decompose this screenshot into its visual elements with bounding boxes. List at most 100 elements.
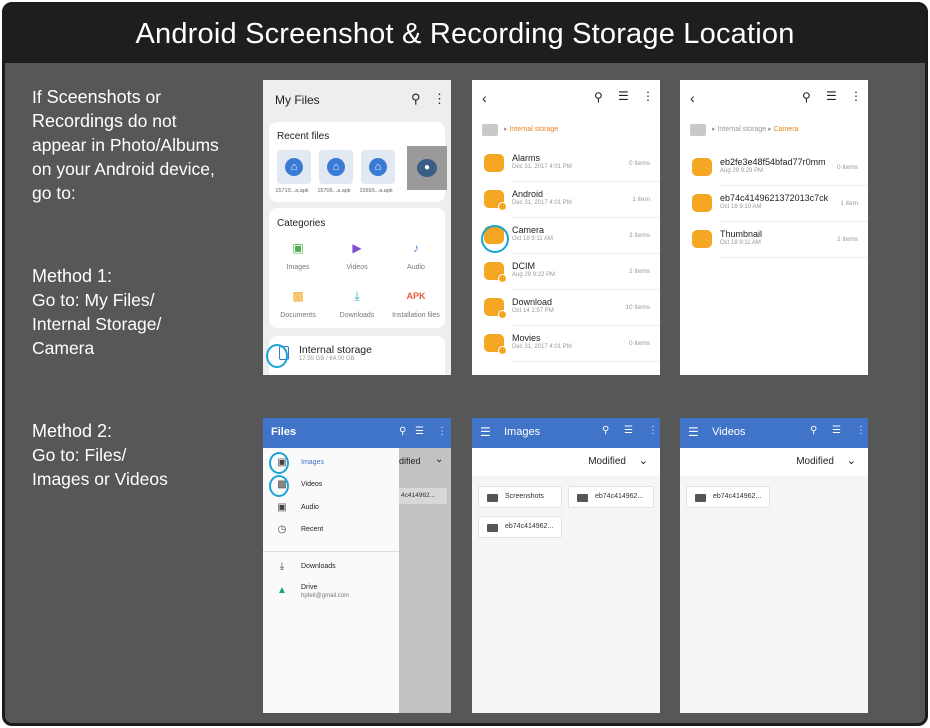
more-options-icon[interactable]: ⋮ <box>433 91 446 107</box>
breadcrumb-path: ▸ Internal storage <box>504 126 559 133</box>
divider <box>263 551 399 552</box>
badge-icon <box>498 346 507 355</box>
list-view-icon[interactable]: ☰ <box>624 425 633 436</box>
category-downloads[interactable]: ⤓ Downloads <box>328 288 386 319</box>
background-content: dified ⌄ 4c414962... <box>399 448 451 713</box>
folder-name: eb2fe3e48f54bfad77r0mm <box>720 157 826 167</box>
method1-heading: Method 1: <box>32 266 113 286</box>
method1-line2: Internal Storage/ <box>32 314 162 334</box>
videos-toolbar: ☰ Videos ⚲ ☰ ⋮ <box>680 418 868 448</box>
highlight-circle <box>269 452 289 474</box>
recent-file-thumb[interactable]: ● <box>407 146 447 190</box>
chevron-down-icon[interactable]: ⌄ <box>639 454 648 467</box>
category-installation-files[interactable]: APK Installation files <box>387 288 445 319</box>
categories-title: Categories <box>277 218 326 229</box>
drawer-item-label: Audio <box>301 504 319 511</box>
more-options-icon[interactable]: ⋮ <box>850 89 862 103</box>
sort-bar: Modified ⌄ <box>472 448 660 476</box>
back-arrow-icon[interactable]: ‹ <box>690 90 695 106</box>
folder-date: Oct 14 1:57 PM <box>512 308 554 314</box>
folder-row[interactable]: Thumbnail Oct 18 9:11 AM 2 items <box>680 222 868 258</box>
more-options-icon[interactable]: ⋮ <box>642 89 654 103</box>
drive-icon: ▲ <box>277 585 287 596</box>
folder-chip[interactable]: Screenshots <box>478 486 562 508</box>
hamburger-menu-icon[interactable]: ☰ <box>480 425 491 439</box>
breadcrumb-current[interactable]: Camera <box>774 126 799 133</box>
home-icon[interactable] <box>482 124 498 136</box>
recordings-term: Recordings <box>32 111 124 131</box>
folder-count: 2 items <box>629 268 650 275</box>
breadcrumb: ▸ Internal storage <box>472 120 660 142</box>
search-icon[interactable]: ⚲ <box>802 90 811 104</box>
folder-chip[interactable]: eb74c414962... <box>686 486 770 508</box>
category-audio[interactable]: ♪ Audio <box>387 240 445 271</box>
back-arrow-icon[interactable]: ‹ <box>482 90 487 106</box>
drawer-item-audio[interactable]: ▣ Audio <box>263 499 399 521</box>
recent-file-thumb[interactable]: ⌂ <box>319 150 353 184</box>
drawer-item-label: Downloads <box>301 563 336 570</box>
more-options-icon[interactable]: ⋮ <box>856 425 866 436</box>
download-icon: ⤓ <box>354 289 360 303</box>
list-view-icon[interactable]: ☰ <box>618 89 629 103</box>
breadcrumb-root[interactable]: Internal storage <box>717 126 766 133</box>
folder-row[interactable]: Download Oct 14 1:57 PM 10 items <box>472 290 660 326</box>
list-view-icon[interactable]: ☰ <box>826 89 837 103</box>
folder-count: 2 items <box>837 236 858 243</box>
images-screenshot: ☰ Images ⚲ ☰ ⋮ Modified ⌄ Screenshots eb… <box>472 418 660 713</box>
images-title: Images <box>504 426 541 438</box>
more-options-icon[interactable]: ⋮ <box>648 425 658 436</box>
hamburger-menu-icon[interactable]: ☰ <box>688 425 699 439</box>
internal-storage-card[interactable]: Internal storage 17.55 GB / 64.00 GB <box>269 336 445 375</box>
sort-label[interactable]: Modified <box>796 456 834 467</box>
folder-row[interactable]: eb2fe3e48f54bfad77r0mm Aug 29 9:29 PM 0 it… <box>680 150 868 186</box>
search-icon[interactable]: ⚲ <box>602 425 609 436</box>
recent-file-thumb[interactable]: ⌂ <box>277 150 311 184</box>
chevron-down-icon[interactable]: ⌄ <box>847 454 856 467</box>
video-icon: ▶ <box>352 241 362 255</box>
folder-date: Oct 18 9:11 AM <box>512 236 553 242</box>
category-videos[interactable]: ▶ Videos <box>328 240 386 271</box>
category-label: Videos <box>346 264 368 271</box>
drawer-item-recent[interactable]: ◷ Recent <box>263 521 399 543</box>
folder-row[interactable]: Alarms Dec 31, 2017 4:01 PM 0 items <box>472 146 660 182</box>
intro-text: If Sceenshots or Recordings do not appea… <box>32 85 252 205</box>
storage-size: 17.55 GB / 64.00 GB <box>299 356 355 362</box>
recent-file-thumb[interactable]: ⌂ <box>361 150 395 184</box>
internal-storage-label: Internal storage <box>299 344 372 356</box>
breadcrumb-current[interactable]: Internal storage <box>509 126 558 133</box>
intro-line5: go to: <box>32 183 76 203</box>
category-documents[interactable]: ▩ Documents <box>269 288 327 319</box>
folder-row[interactable]: Movies Dec 31, 2017 4:01 PM 0 items <box>472 326 660 362</box>
search-icon[interactable]: ⚲ <box>411 91 421 107</box>
folder-count: 3 items <box>629 232 650 239</box>
videos-title: Videos <box>712 426 746 438</box>
category-images[interactable]: ▣ Images <box>269 240 327 271</box>
folder-date: Aug 29 9:29 PM <box>720 168 764 174</box>
folder-icon <box>695 494 706 502</box>
folder-row[interactable]: DCIM Aug 29 9:22 PM 2 items <box>472 254 660 290</box>
drawer-item-downloads[interactable]: ⤓ Downloads <box>263 558 399 580</box>
document-icon: ▩ <box>292 289 304 303</box>
folder-icon <box>484 190 507 211</box>
home-icon[interactable] <box>690 124 706 136</box>
category-label: Images <box>286 264 310 271</box>
folder-row[interactable]: Android Dec 31, 2017 4:01 PM 1 item <box>472 182 660 218</box>
list-view-icon[interactable]: ☰ <box>832 425 841 436</box>
clock-icon: ◷ <box>277 524 287 535</box>
folder-row[interactable]: eb74c4149621372013c7ck Oct 18 9:10 AM 1 it… <box>680 186 868 222</box>
folder-chip[interactable]: eb74c414962... <box>478 516 562 538</box>
drawer-item-drive[interactable]: ▲ Drive hpfeit@gmail.com <box>263 582 399 610</box>
search-icon[interactable]: ⚲ <box>810 425 817 436</box>
folder-icon <box>692 230 712 248</box>
recent-files-title: Recent files <box>277 131 330 142</box>
myfiles-screenshot: My Files ⚲ ⋮ Recent files ⌂ 15710...a.ap… <box>263 80 451 375</box>
folder-name: DCIM <box>512 261 535 271</box>
breadcrumb-path: ▸ Internal storage ▸ Camera <box>712 126 799 133</box>
folder-name: Camera <box>512 225 545 235</box>
sort-label[interactable]: Modified <box>588 456 626 467</box>
folder-icon <box>484 262 507 283</box>
search-icon[interactable]: ⚲ <box>594 90 603 104</box>
method1-line1: Go to: My Files/ <box>32 290 155 310</box>
folder-chip[interactable]: eb74c414962... <box>568 486 654 508</box>
folder-name: eb74c4149621372013c7ck <box>720 193 829 203</box>
